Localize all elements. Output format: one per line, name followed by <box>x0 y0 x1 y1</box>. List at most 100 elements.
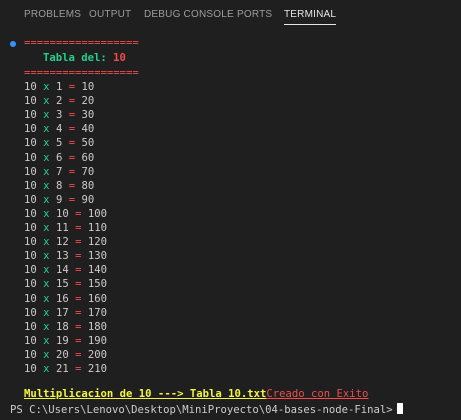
row-multiplier: 12 <box>55 236 69 249</box>
row-base: 10 <box>24 179 37 192</box>
tab-problems[interactable]: PROBLEMS <box>24 9 81 27</box>
row-base: 10 <box>24 193 37 206</box>
row-op-eq: = <box>68 179 76 192</box>
row-op-eq: = <box>75 306 82 319</box>
row-op-x: x <box>43 306 50 319</box>
row-multiplier: 7 <box>55 165 63 178</box>
row-op-eq: = <box>75 320 82 333</box>
row-result: 10 <box>81 81 95 93</box>
table-row: 10 x 10 = 100 <box>24 208 107 220</box>
row-base: 10 <box>24 165 37 178</box>
separator-top: ================== <box>24 37 139 49</box>
table-row: 10 x 12 = 120 <box>24 236 107 248</box>
row-base: 10 <box>24 207 37 220</box>
row-base: 10 <box>24 109 37 122</box>
tab-output[interactable]: OUTPUT <box>89 9 131 27</box>
row-op-x: x <box>43 363 50 375</box>
table-row: 10 x 20 = 200 <box>24 349 107 361</box>
terminal-cursor <box>396 403 403 414</box>
row-op-x: x <box>43 137 50 150</box>
row-op-eq: = <box>75 292 82 305</box>
row-multiplier: 2 <box>55 95 63 108</box>
row-result: 20 <box>81 95 95 108</box>
row-base: 10 <box>24 95 37 108</box>
row-multiplier: 3 <box>55 109 63 122</box>
row-base: 10 <box>24 123 37 136</box>
row-multiplier: 8 <box>55 179 63 192</box>
table-row: 10 x 5 = 50 <box>24 137 94 149</box>
row-op-eq: = <box>75 264 82 277</box>
row-result: 120 <box>87 236 108 249</box>
row-result: 210 <box>87 363 108 375</box>
row-base: 10 <box>24 151 37 164</box>
table-row: 10 x 6 = 60 <box>24 152 94 164</box>
tab-terminal[interactable]: TERMINAL <box>284 9 337 25</box>
prompt-line[interactable]: PS C:\Users\Lenovo\Desktop\MiniProyecto\… <box>10 403 403 416</box>
row-base: 10 <box>24 363 37 375</box>
row-op-eq: = <box>75 348 82 361</box>
row-multiplier: 10 <box>55 207 69 220</box>
row-op-x: x <box>43 264 50 277</box>
row-result: 70 <box>81 165 95 178</box>
command-decoration-icon[interactable] <box>10 41 16 47</box>
row-base: 10 <box>24 81 37 93</box>
row-result: 190 <box>87 334 108 347</box>
row-op-x: x <box>43 193 50 206</box>
row-op-x: x <box>43 151 50 164</box>
row-multiplier: 17 <box>55 306 69 319</box>
row-op-eq: = <box>75 363 82 375</box>
table-row: 10 x 1 = 10 <box>24 81 94 93</box>
table-title-number: 10 <box>113 52 126 64</box>
row-result: 50 <box>81 137 95 150</box>
table-row: 10 x 15 = 150 <box>24 278 107 290</box>
table-row: 10 x 2 = 20 <box>24 95 94 107</box>
row-op-x: x <box>43 292 50 305</box>
row-result: 100 <box>87 207 108 220</box>
table-row: 10 x 4 = 40 <box>24 123 94 135</box>
table-title-label: Tabla del: <box>43 52 107 64</box>
row-result: 130 <box>87 250 108 263</box>
row-op-eq: = <box>68 151 76 164</box>
row-multiplier: 1 <box>55 81 63 93</box>
row-op-eq: = <box>68 193 76 206</box>
tab-ports[interactable]: PORTS <box>237 9 272 27</box>
row-result: 180 <box>87 320 108 333</box>
row-base: 10 <box>24 137 37 150</box>
row-multiplier: 5 <box>55 137 63 150</box>
row-op-x: x <box>43 250 50 263</box>
row-multiplier: 19 <box>55 334 69 347</box>
table-title: Tabla del: 10 <box>43 52 126 64</box>
row-op-eq: = <box>68 137 76 150</box>
row-op-x: x <box>43 109 50 122</box>
row-op-eq: = <box>68 123 76 136</box>
row-result: 110 <box>87 222 108 234</box>
separator-bottom: ================== <box>24 67 139 79</box>
prompt-text: PS C:\Users\Lenovo\Desktop\MiniProyecto\… <box>10 404 393 416</box>
row-base: 10 <box>24 250 37 263</box>
row-result: 30 <box>81 109 95 122</box>
row-op-x: x <box>43 179 50 192</box>
row-result: 170 <box>87 306 108 319</box>
tab-debug-console[interactable]: DEBUG CONSOLE <box>144 9 234 27</box>
row-base: 10 <box>24 264 37 277</box>
table-row: 10 x 13 = 130 <box>24 250 107 262</box>
row-result: 140 <box>87 264 108 277</box>
row-multiplier: 18 <box>55 320 69 333</box>
table-row: 10 x 11 = 110 <box>24 222 107 234</box>
row-op-x: x <box>43 222 50 234</box>
row-op-x: x <box>43 278 50 291</box>
row-op-eq: = <box>68 165 76 178</box>
success-message: Multiplicacion de 10 ---> Tabla 10.txtCr… <box>24 388 368 400</box>
row-multiplier: 16 <box>55 292 69 305</box>
row-op-x: x <box>43 95 50 108</box>
row-base: 10 <box>24 292 37 305</box>
row-base: 10 <box>24 306 37 319</box>
row-multiplier: 14 <box>55 264 69 277</box>
table-row: 10 x 19 = 190 <box>24 335 107 347</box>
row-op-x: x <box>43 123 50 136</box>
row-base: 10 <box>24 278 37 291</box>
table-row: 10 x 17 = 170 <box>24 307 107 319</box>
table-row: 10 x 18 = 180 <box>24 321 107 333</box>
row-result: 60 <box>81 151 95 164</box>
panel-tab-bar: PROBLEMS OUTPUT DEBUG CONSOLE PORTS TERM… <box>0 0 461 30</box>
